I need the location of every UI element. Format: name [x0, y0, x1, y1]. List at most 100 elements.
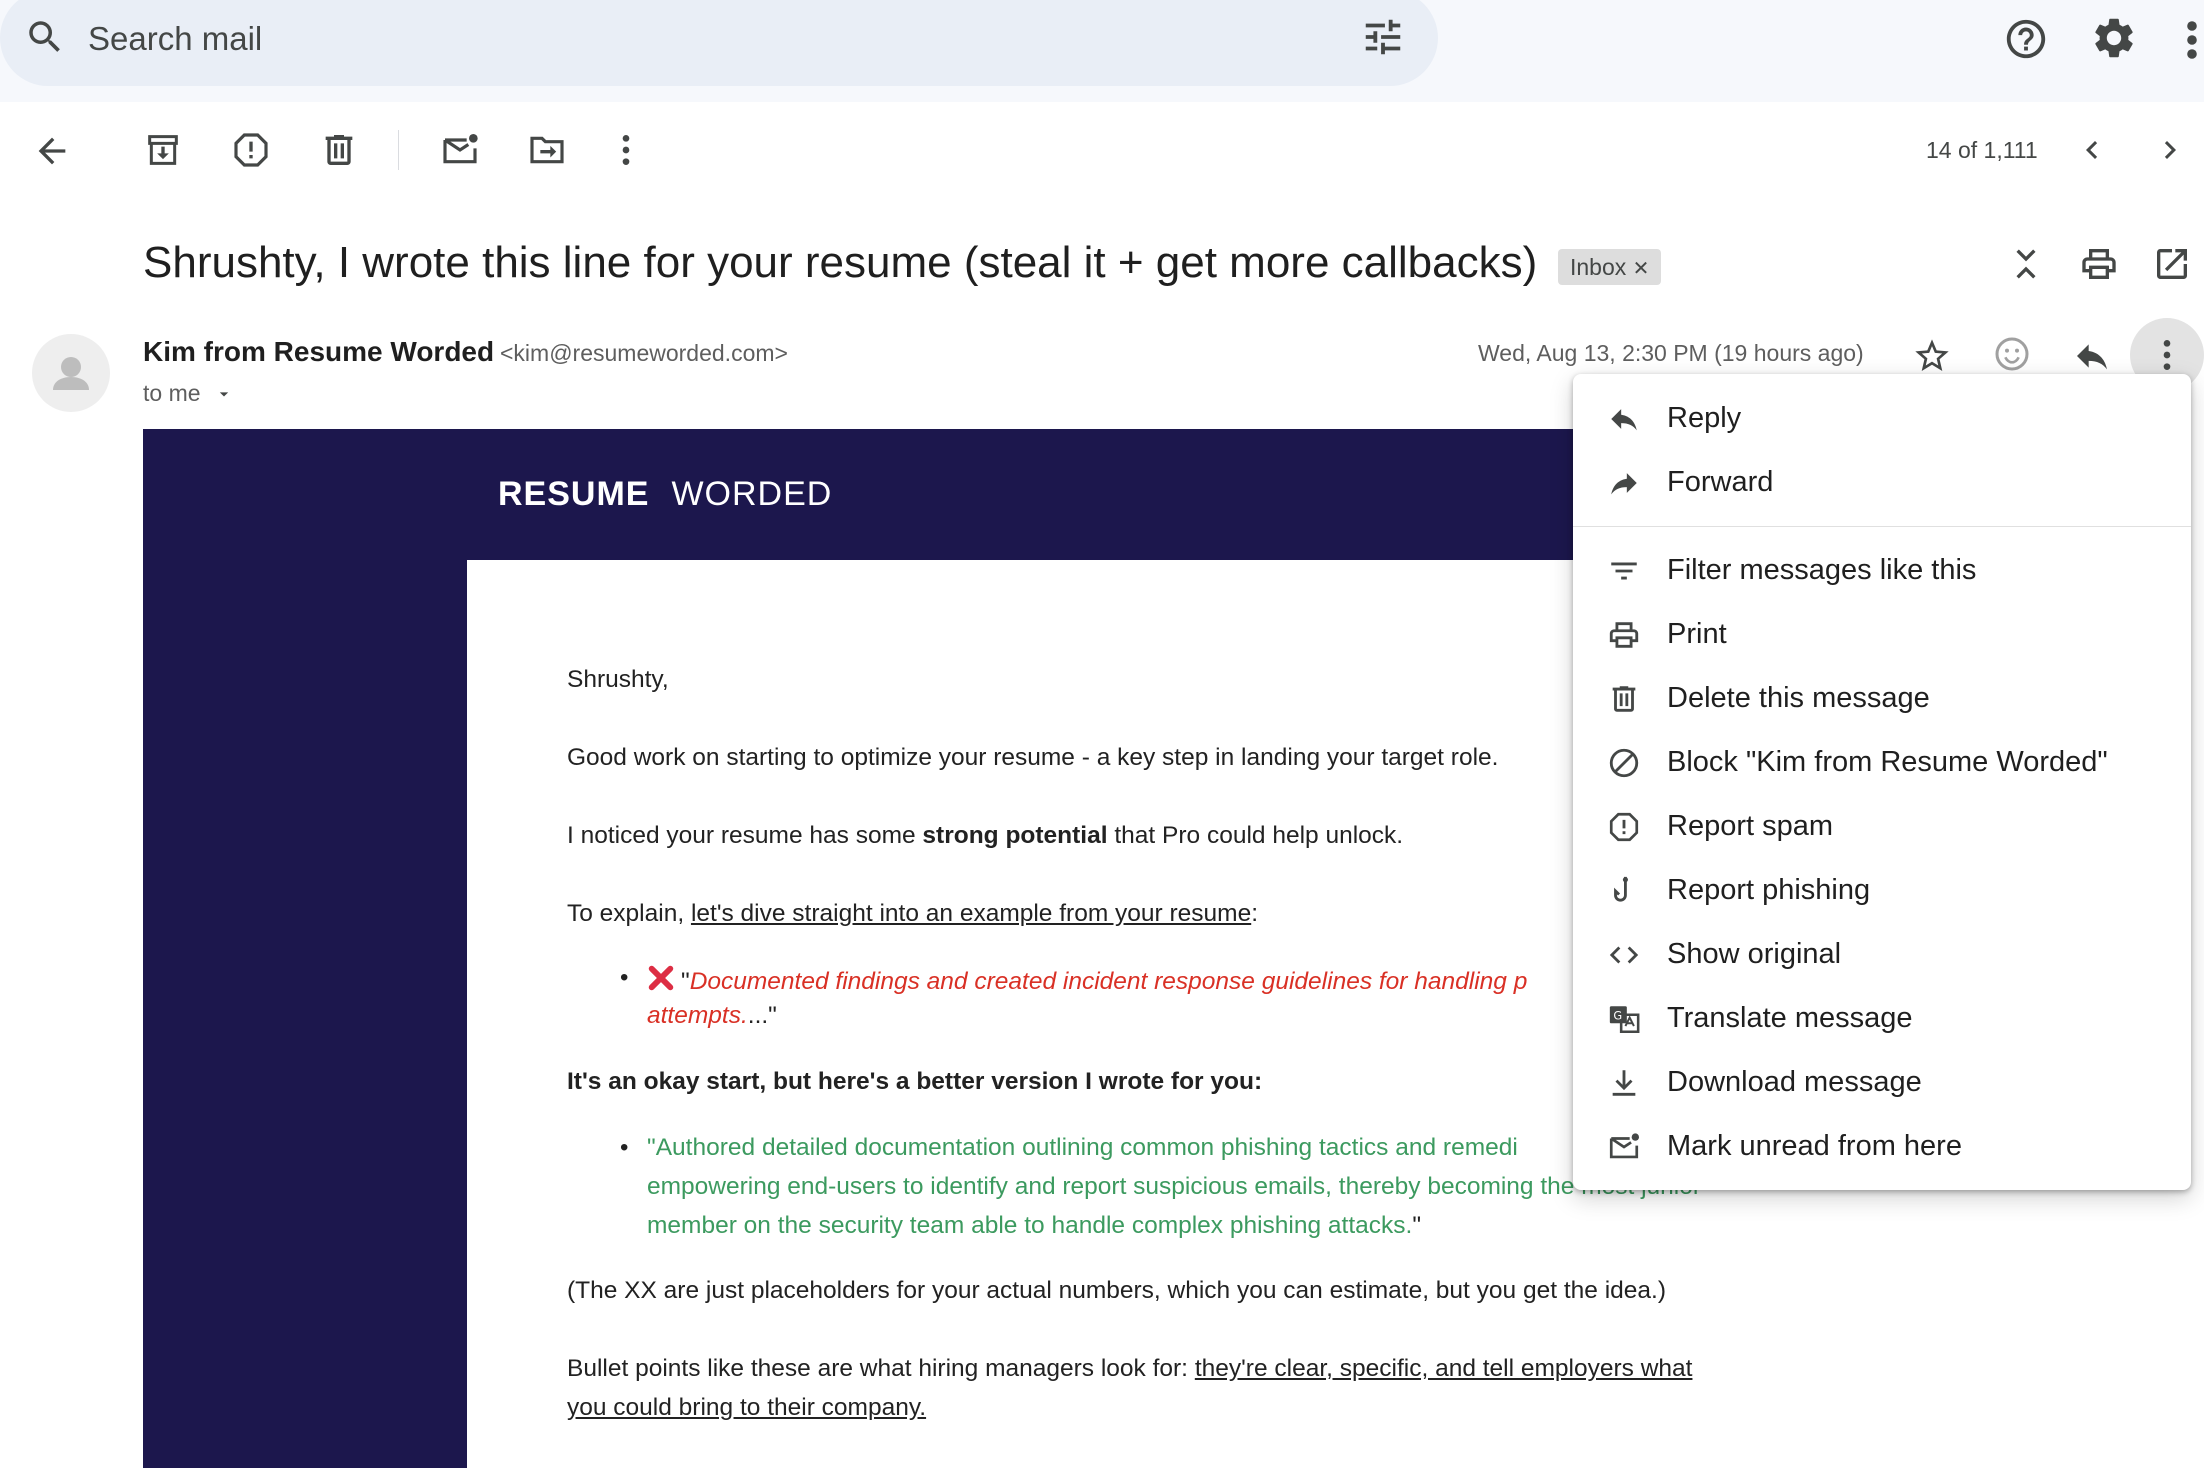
p6-link-1[interactable]: they're clear, specific, and tell employ…: [1195, 1355, 1693, 1382]
star-icon[interactable]: [1912, 336, 1952, 376]
details-dropdown-icon[interactable]: [214, 384, 234, 404]
menu-item-report-phishing[interactable]: Report phishing: [1573, 860, 2191, 920]
block-icon: [1607, 746, 1641, 780]
menu-label-forward: Forward: [1667, 466, 1774, 498]
menu-item-download[interactable]: Download message: [1573, 1052, 2191, 1112]
good-example-line-2: empowering end-users to identify and rep…: [647, 1173, 1702, 1200]
menu-item-translate[interactable]: G Translate message: [1573, 988, 2191, 1048]
menu-item-reply[interactable]: Reply: [1573, 388, 2191, 448]
menu-separator: [1573, 526, 2191, 527]
more-options-icon[interactable]: [606, 130, 646, 170]
menu-label-download: Download message: [1667, 1066, 1922, 1098]
menu-label-translate: Translate message: [1667, 1002, 1913, 1034]
settings-gear-icon[interactable]: [2090, 14, 2138, 62]
email-subject: Shrushty, I wrote this line for your res…: [143, 238, 1538, 287]
reply-icon[interactable]: [2072, 336, 2112, 376]
bad-example-text-1: Documented findings and created incident…: [689, 968, 1528, 995]
paragraph-2: I noticed your resume has some strong po…: [567, 822, 1403, 850]
menu-label-report-phishing: Report phishing: [1667, 874, 1871, 906]
p2-text: I noticed your resume has some: [567, 822, 923, 849]
brand-light-text: WORDED: [671, 475, 833, 513]
code-icon: [1607, 938, 1641, 972]
menu-label-print: Print: [1667, 618, 1727, 650]
menu-item-forward[interactable]: Forward: [1573, 452, 2191, 512]
archive-icon[interactable]: [143, 130, 183, 170]
sender-avatar[interactable]: [32, 334, 110, 412]
message-options-menu: Reply Forward Filter messages like this …: [1573, 374, 2191, 1190]
svg-text:G: G: [1613, 1009, 1622, 1023]
remove-label-icon[interactable]: ✕: [1633, 258, 1650, 280]
good-quote-close: ": [1412, 1212, 1422, 1239]
sender-name[interactable]: Kim from Resume Worded: [143, 336, 494, 368]
search-icon[interactable]: [24, 16, 66, 58]
bad-quote-open: ": [681, 968, 690, 995]
inbox-label-chip[interactable]: Inbox ✕: [1558, 249, 1662, 285]
menu-label-report-spam: Report spam: [1667, 810, 1834, 842]
trash-icon: [1607, 682, 1641, 716]
reply-icon: [1607, 402, 1641, 436]
bad-example-text-2: attempts.: [647, 1002, 748, 1029]
inbox-label-text: Inbox: [1570, 254, 1627, 280]
p6-text: Bullet points like these are what hiring…: [567, 1355, 1195, 1382]
good-example-text-3: member on the security team able to hand…: [647, 1212, 1413, 1239]
menu-item-block[interactable]: Block "Kim from Resume Worded": [1573, 732, 2191, 792]
collapse-all-icon[interactable]: [2006, 244, 2046, 284]
print-all-icon[interactable]: [2079, 244, 2119, 284]
mark-unread-icon: [1607, 1130, 1641, 1164]
menu-item-print[interactable]: Print: [1573, 604, 2191, 664]
download-icon: [1607, 1066, 1641, 1100]
email-date: Wed, Aug 13, 2:30 PM (19 hours ago): [1478, 340, 1864, 366]
message-count: 14 of 1,111: [1926, 137, 2038, 163]
brand-bold-text: RESUME: [498, 475, 650, 513]
apps-grid-icon[interactable]: [2184, 20, 2204, 60]
top-bar: Search mail: [0, 0, 2204, 102]
emoji-reaction-icon[interactable]: [1992, 334, 2032, 374]
menu-item-filter[interactable]: Filter messages like this: [1573, 540, 2191, 600]
search-options-icon[interactable]: [1360, 14, 1406, 60]
menu-item-delete[interactable]: Delete this message: [1573, 668, 2191, 728]
search-bar[interactable]: Search mail: [0, 0, 1438, 86]
translate-icon: G: [1607, 1002, 1641, 1036]
spam-icon: [1607, 810, 1641, 844]
back-arrow-icon[interactable]: [32, 131, 72, 171]
greeting: Shrushty,: [567, 666, 669, 693]
menu-item-report-spam[interactable]: Report spam: [1573, 796, 2191, 856]
p6-link-2[interactable]: you could bring to their company.: [567, 1394, 926, 1421]
p3-text: To explain,: [567, 900, 691, 927]
p2-bold: strong potential: [922, 822, 1108, 849]
paragraph-6-cont: you could bring to their company.: [567, 1394, 926, 1422]
mark-unread-icon[interactable]: [440, 130, 480, 170]
p2-text-end: that Pro could help unlock.: [1107, 822, 1404, 849]
good-example-line-3: member on the security team able to hand…: [647, 1212, 1421, 1240]
help-icon[interactable]: [2003, 16, 2049, 62]
paragraph-4: It's an okay start, but here's a better …: [567, 1068, 1263, 1095]
menu-label-show-original: Show original: [1667, 938, 1842, 970]
older-chevron-right-icon[interactable]: [2152, 132, 2188, 168]
search-input[interactable]: Search mail: [88, 20, 262, 58]
paragraph-1: Good work on starting to optimize your r…: [567, 744, 1499, 771]
open-new-window-icon[interactable]: [2152, 244, 2192, 284]
menu-item-mark-unread[interactable]: Mark unread from here: [1573, 1116, 2191, 1176]
menu-label-block: Block "Kim from Resume Worded": [1667, 746, 2108, 778]
phishing-hook-icon: [1607, 874, 1641, 908]
delete-trash-icon[interactable]: [319, 130, 359, 170]
paragraph-3: To explain, let's dive straight into an …: [567, 900, 1258, 928]
menu-label-filter: Filter messages like this: [1667, 554, 1977, 586]
p3-colon: :: [1251, 900, 1259, 927]
newer-chevron-left-icon[interactable]: [2074, 132, 2110, 168]
bad-quote-close: ...": [747, 1002, 777, 1029]
example-link[interactable]: let's dive straight into an example from…: [691, 900, 1251, 927]
forward-icon: [1607, 466, 1641, 500]
bullet-dot: •: [620, 964, 629, 991]
toolbar-divider: [398, 130, 399, 170]
move-to-folder-icon[interactable]: [527, 130, 567, 170]
menu-item-show-original[interactable]: Show original: [1573, 924, 2191, 984]
paragraph-5: (The XX are just placeholders for your a…: [567, 1277, 1666, 1304]
menu-label-delete: Delete this message: [1667, 682, 1930, 714]
report-spam-icon[interactable]: [231, 130, 271, 170]
bad-example-line-2: attempts....": [647, 1002, 777, 1030]
print-icon: [1607, 618, 1641, 652]
filter-icon: [1607, 554, 1641, 588]
menu-label-mark-unread: Mark unread from here: [1667, 1130, 1962, 1162]
bad-example-line-1: "Documented findings and created inciden…: [647, 964, 1527, 996]
